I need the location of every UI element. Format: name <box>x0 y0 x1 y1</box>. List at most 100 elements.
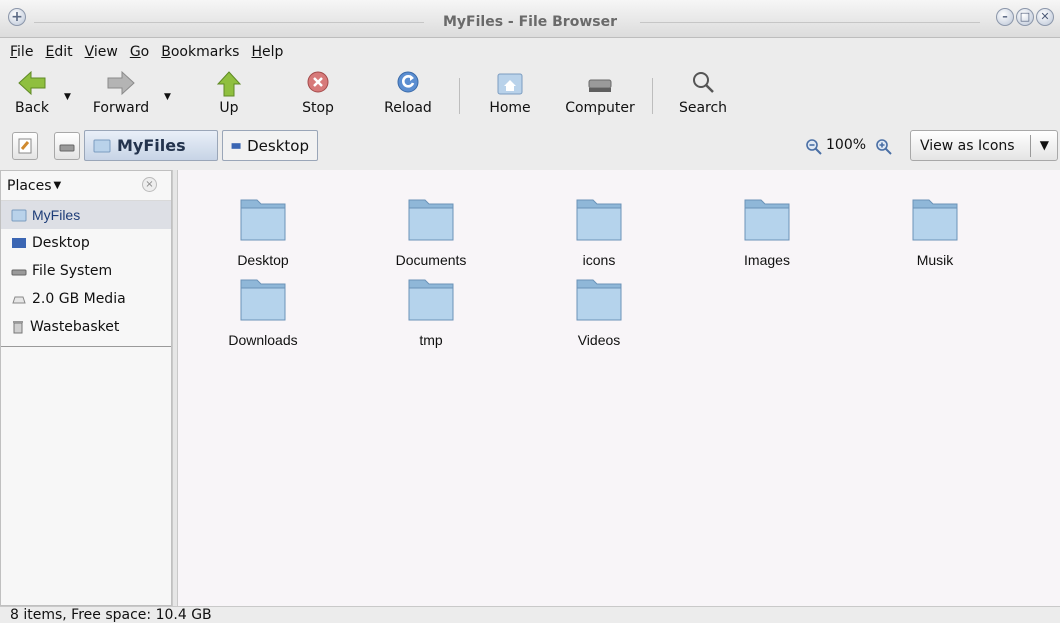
sidebar-item-label: MyFiles <box>32 207 81 223</box>
menu-edit[interactable]: Edit <box>45 44 72 60</box>
stop-button[interactable]: Stop <box>296 70 340 116</box>
menu-help[interactable]: Help <box>251 44 283 60</box>
computer-button[interactable]: Computer <box>558 70 642 116</box>
folder-label: Downloads <box>228 332 298 348</box>
folder-item[interactable]: icons <box>524 190 674 268</box>
folder-icon <box>240 199 286 241</box>
sidebar-item-wastebasket[interactable]: Wastebasket <box>1 313 171 341</box>
view-mode-divider <box>1030 135 1031 157</box>
zoom-in-icon[interactable] <box>876 139 892 155</box>
toggle-location-entry-button[interactable] <box>12 132 38 160</box>
drive-icon <box>11 269 27 276</box>
folder-label: Videos <box>577 332 621 348</box>
places-dropdown-icon: ▼ <box>53 180 62 191</box>
reload-button[interactable]: Reload <box>380 70 436 116</box>
home-button[interactable]: Home <box>484 70 536 116</box>
desktop-icon <box>231 142 241 149</box>
toolbar: Back ▼ Forward ▼ Up Stop Reload Home Com… <box>0 66 1060 124</box>
folder-item[interactable]: Downloads <box>188 270 338 348</box>
folder-icon <box>408 279 454 321</box>
title-rule-right <box>640 22 980 23</box>
status-text: 8 items, Free space: 10.4 GB <box>10 607 212 623</box>
folder-item[interactable]: Desktop <box>188 190 338 268</box>
home-folder-icon <box>11 209 27 222</box>
back-label: Back <box>15 100 49 116</box>
folder-item[interactable]: Musik <box>860 190 1010 268</box>
title-bar[interactable]: + MyFiles - File Browser – □ ✕ <box>0 0 1060 38</box>
maximize-icon[interactable]: □ <box>1016 8 1034 26</box>
media-drive-icon <box>12 296 26 304</box>
reload-icon <box>397 71 419 93</box>
up-arrow-icon <box>216 71 242 97</box>
folder-item[interactable]: Videos <box>524 270 674 348</box>
toolbar-separator-2 <box>652 78 653 114</box>
menu-view[interactable]: View <box>85 44 118 60</box>
toolbar-separator-1 <box>459 78 460 114</box>
forward-history-caret-icon[interactable]: ▼ <box>164 92 171 102</box>
folder-icon <box>408 199 454 241</box>
search-icon <box>693 72 714 93</box>
up-label: Up <box>219 100 239 116</box>
menu-bookmarks[interactable]: Bookmarks <box>161 44 239 60</box>
computer-label: Computer <box>565 100 635 116</box>
sidebar-item-label: Desktop <box>32 235 90 251</box>
places-header[interactable]: Places ▼ × <box>1 171 171 201</box>
home-folder-icon <box>497 73 523 95</box>
sidebar-item-desktop[interactable]: Desktop <box>1 229 171 257</box>
location-bar: MyFiles Desktop 100% View as Icons ▼ <box>0 124 1060 168</box>
filesystem-crumb-button[interactable] <box>54 132 80 160</box>
folder-icon <box>576 279 622 321</box>
zoom-level: 100% <box>826 137 867 153</box>
folder-label: tmp <box>419 332 443 348</box>
chevron-down-icon: ▼ <box>1039 138 1049 152</box>
folder-label: Desktop <box>237 252 289 268</box>
forward-button[interactable]: Forward <box>88 70 154 116</box>
minimize-icon[interactable]: – <box>996 8 1014 26</box>
stop-label: Stop <box>302 100 334 116</box>
folder-label: Musik <box>916 252 954 268</box>
crumb-myfiles[interactable]: MyFiles <box>84 130 218 161</box>
back-arrow-icon <box>18 70 46 96</box>
folder-item[interactable]: Documents <box>356 190 506 268</box>
sidebar-item-myfiles[interactable]: MyFiles <box>1 201 171 229</box>
search-button[interactable]: Search <box>674 70 732 116</box>
home-folder-icon <box>93 139 111 152</box>
status-bar: 8 items, Free space: 10.4 GB <box>0 606 1060 623</box>
folder-label: icons <box>582 252 616 268</box>
menu-go[interactable]: Go <box>130 44 149 60</box>
view-mode-select[interactable]: View as Icons ▼ <box>910 130 1058 161</box>
places-list: MyFiles Desktop File System 2.0 GB Media… <box>1 201 171 347</box>
folder-label: Images <box>744 252 790 268</box>
folder-icon <box>744 199 790 241</box>
zoom-out-icon[interactable] <box>806 139 822 155</box>
folder-icon <box>576 199 622 241</box>
file-icon-view[interactable]: Desktop Documents icons Images Musik Dow… <box>178 170 1060 606</box>
view-mode-label: View as Icons <box>920 137 1015 154</box>
computer-drive-icon <box>588 79 612 92</box>
close-sidebar-icon[interactable]: × <box>142 177 157 192</box>
forward-label: Forward <box>92 100 150 116</box>
crumb-myfiles-label: MyFiles <box>117 136 186 155</box>
back-history-caret-icon[interactable]: ▼ <box>64 92 71 102</box>
edit-location-icon <box>18 138 32 154</box>
search-label: Search <box>678 100 728 116</box>
places-header-label: Places <box>7 177 52 194</box>
folder-icon <box>240 279 286 321</box>
folder-icon <box>912 199 958 241</box>
sidebar-item-label: Wastebasket <box>30 319 120 335</box>
sidebar-item-media[interactable]: 2.0 GB Media <box>1 285 171 313</box>
menu-file[interactable]: File <box>10 44 33 60</box>
stop-icon <box>307 71 329 93</box>
menu-bar: File Edit View Go Bookmarks Help <box>0 38 1060 66</box>
back-button[interactable]: Back <box>10 70 54 116</box>
drive-icon <box>59 144 75 152</box>
folder-item[interactable]: tmp <box>356 270 506 348</box>
close-icon[interactable]: ✕ <box>1036 8 1054 26</box>
window-controls: – □ ✕ <box>996 8 1054 26</box>
folder-item[interactable]: Images <box>692 190 842 268</box>
crumb-desktop-label: Desktop <box>247 136 309 155</box>
up-button[interactable]: Up <box>212 70 246 116</box>
sidebar-item-label: 2.0 GB Media <box>32 291 126 307</box>
sidebar-item-file-system[interactable]: File System <box>1 257 171 285</box>
crumb-desktop[interactable]: Desktop <box>222 130 318 161</box>
